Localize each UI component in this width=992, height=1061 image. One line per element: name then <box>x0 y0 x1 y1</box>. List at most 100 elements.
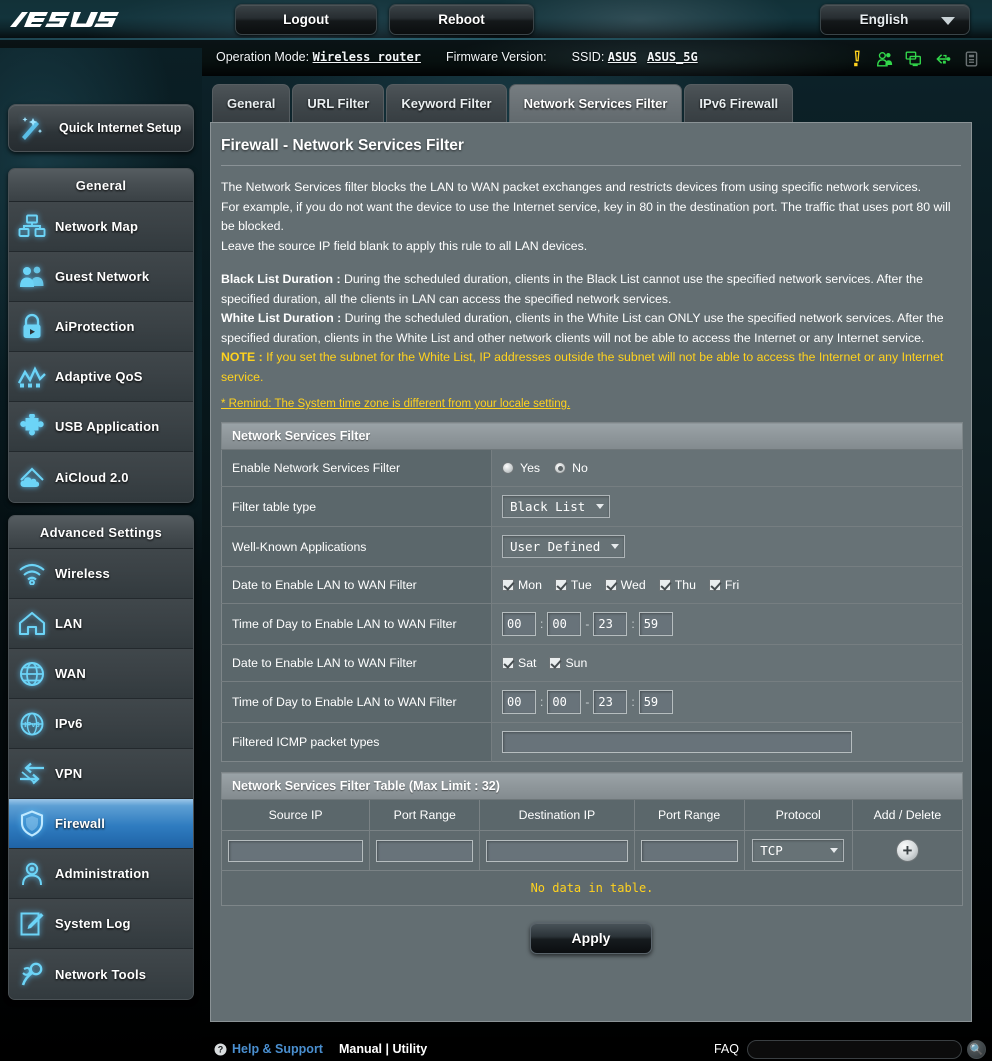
time1-start-hour[interactable]: 00 <box>502 612 536 636</box>
icmp-input[interactable] <box>502 731 852 753</box>
sidebar-item-label: Wireless <box>55 566 110 581</box>
sidebar-item-system-log[interactable]: System Log <box>9 899 193 949</box>
faq-search-input[interactable] <box>747 1039 962 1059</box>
row-date-weekday: Date to Enable LAN to WAN Filter Mon Tue… <box>221 566 963 604</box>
sidebar-item-aiprotection[interactable]: AiProtection <box>9 302 193 352</box>
language-selector[interactable]: English <box>820 4 970 35</box>
content-panel: Firewall - Network Services Filter The N… <box>210 122 972 1022</box>
svg-text:?: ? <box>218 1044 224 1054</box>
description-line-2: For example, if you do not want the devi… <box>221 199 951 234</box>
reboot-button[interactable]: Reboot <box>389 4 534 35</box>
lock-icon <box>9 313 55 340</box>
checkbox-mon[interactable] <box>502 579 514 591</box>
sidebar-item-wireless[interactable]: Wireless <box>9 549 193 599</box>
manual-utility-link[interactable]: Manual | Utility <box>339 1042 427 1056</box>
sidebar: Quick Internet Setup General Network Map <box>0 48 202 1061</box>
sidebar-item-ipv6[interactable]: IPv6 IPv6 <box>9 699 193 749</box>
filter-table-type-select[interactable]: Black List <box>502 495 610 518</box>
checkbox-tue[interactable] <box>554 579 567 591</box>
note-label: NOTE : <box>221 350 263 364</box>
date-weekday-label: Date to Enable LAN to WAN Filter <box>221 566 492 604</box>
radio-no-label: No <box>572 461 588 475</box>
tab-general[interactable]: General <box>212 84 291 122</box>
enable-filter-label: Enable Network Services Filter <box>221 449 492 487</box>
sidebar-item-vpn[interactable]: VPN <box>9 749 193 799</box>
source-ip-input[interactable] <box>228 839 364 862</box>
note-text: If you set the subnet for the White List… <box>221 350 944 384</box>
destination-ip-input[interactable] <box>486 839 628 862</box>
ssid-value-5g[interactable]: ASUS_5G <box>647 50 698 64</box>
network-services-filter-form: Network Services Filter Enable Network S… <box>221 422 963 762</box>
svg-text:IPv6: IPv6 <box>24 720 39 729</box>
sidebar-item-wan[interactable]: WAN <box>9 649 193 699</box>
column-add-delete: Add / Delete <box>852 799 963 831</box>
time1-end-hour[interactable]: 23 <box>593 612 628 636</box>
time2-start-hour[interactable]: 00 <box>502 690 536 714</box>
sidebar-item-firewall[interactable]: Firewall <box>9 799 193 849</box>
cloud-house-icon <box>9 465 55 490</box>
tab-network-services-filter[interactable]: Network Services Filter <box>508 84 683 122</box>
wifi-icon <box>9 563 55 585</box>
sidebar-item-network-map[interactable]: Network Map <box>9 202 193 252</box>
time1-start-minute[interactable]: 00 <box>547 612 582 636</box>
asus-logo-mark <box>10 12 119 27</box>
language-label: English <box>859 12 909 27</box>
ssid-value-24g[interactable]: ASUS <box>608 50 637 64</box>
filter-table-header-row: Source IP Port Range Destination IP Port… <box>221 799 963 831</box>
devices-icon[interactable] <box>905 50 922 68</box>
port-range-dst-input[interactable] <box>640 839 738 862</box>
tab-url-filter[interactable]: URL Filter <box>292 84 385 122</box>
checkbox-thu[interactable] <box>658 579 671 591</box>
sidebar-item-administration[interactable]: Administration <box>9 849 193 899</box>
quick-internet-setup-button[interactable]: Quick Internet Setup <box>8 104 194 152</box>
form-section-header: Network Services Filter <box>221 422 963 450</box>
time1-colon-2: : <box>631 617 635 631</box>
network-services-filter-table: Network Services Filter Table (Max Limit… <box>221 772 963 906</box>
time2-start-minute[interactable]: 00 <box>547 690 582 714</box>
checkbox-wed[interactable] <box>604 579 617 591</box>
sidebar-item-label: LAN <box>55 616 83 631</box>
sidebar-item-lan[interactable]: LAN <box>9 599 193 649</box>
search-icon[interactable]: 🔍 <box>967 1039 986 1059</box>
usb-icon[interactable] <box>934 50 951 68</box>
logout-button[interactable]: Logout <box>235 4 377 35</box>
add-rule-button[interactable]: + <box>895 839 919 862</box>
quick-internet-setup-label: Quick Internet Setup <box>59 120 182 135</box>
tab-keyword-filter[interactable]: Keyword Filter <box>386 84 507 122</box>
printer-icon[interactable] <box>963 50 980 68</box>
page-description: The Network Services filter blocks the L… <box>221 178 961 387</box>
apply-button[interactable]: Apply <box>530 922 652 954</box>
weekday-checkbox-group: Mon Tue Wed Thu Fri <box>502 578 952 592</box>
protocol-select[interactable]: TCP <box>752 839 845 862</box>
checkbox-fri[interactable] <box>708 579 721 591</box>
router-admin-page: Logout Reboot English Operation Mode: Wi… <box>0 0 992 1061</box>
status-summary: Operation Mode: Wireless router Firmware… <box>216 50 698 64</box>
operation-mode-value[interactable]: Wireless router <box>313 50 421 64</box>
sidebar-item-guest-network[interactable]: Guest Network <box>9 252 193 302</box>
sidebar-item-network-tools[interactable]: Network Tools <box>9 949 193 999</box>
sidebar-item-adaptive-qos[interactable]: Adaptive QoS <box>9 352 193 402</box>
timezone-remind-link[interactable]: * Remind: The System time zone is differ… <box>221 398 961 410</box>
sidebar-item-aicloud[interactable]: AiCloud 2.0 <box>9 452 193 502</box>
white-list-paragraph: White List Duration : During the schedul… <box>221 309 961 348</box>
help-support-link[interactable]: ? Help & Support <box>214 1042 323 1056</box>
checkbox-thu-label: Thu <box>674 578 696 592</box>
clients-icon[interactable] <box>876 50 893 68</box>
radio-yes[interactable] <box>502 462 514 474</box>
sidebar-item-usb-application[interactable]: USB Application <box>9 402 193 452</box>
black-list-label: Black List Duration : <box>221 272 341 286</box>
time1-end-minute[interactable]: 59 <box>638 612 673 636</box>
time2-end-hour[interactable]: 23 <box>593 690 628 714</box>
well-known-label: Well-Known Applications <box>221 526 492 567</box>
operation-mode-label: Operation Mode: <box>216 50 310 64</box>
time2-end-minute[interactable]: 59 <box>638 690 673 714</box>
checkbox-sat-label: Sat <box>518 656 537 670</box>
radio-no[interactable] <box>554 462 567 474</box>
alert-icon[interactable] <box>847 50 864 68</box>
checkbox-sat[interactable] <box>502 657 514 669</box>
tab-ipv6-firewall[interactable]: IPv6 Firewall <box>684 84 794 122</box>
port-range-src-input[interactable] <box>376 839 474 862</box>
checkbox-sun[interactable] <box>549 657 562 669</box>
well-known-applications-select[interactable]: User Defined <box>502 535 625 558</box>
row-time-weekday: Time of Day to Enable LAN to WAN Filter … <box>221 603 963 645</box>
